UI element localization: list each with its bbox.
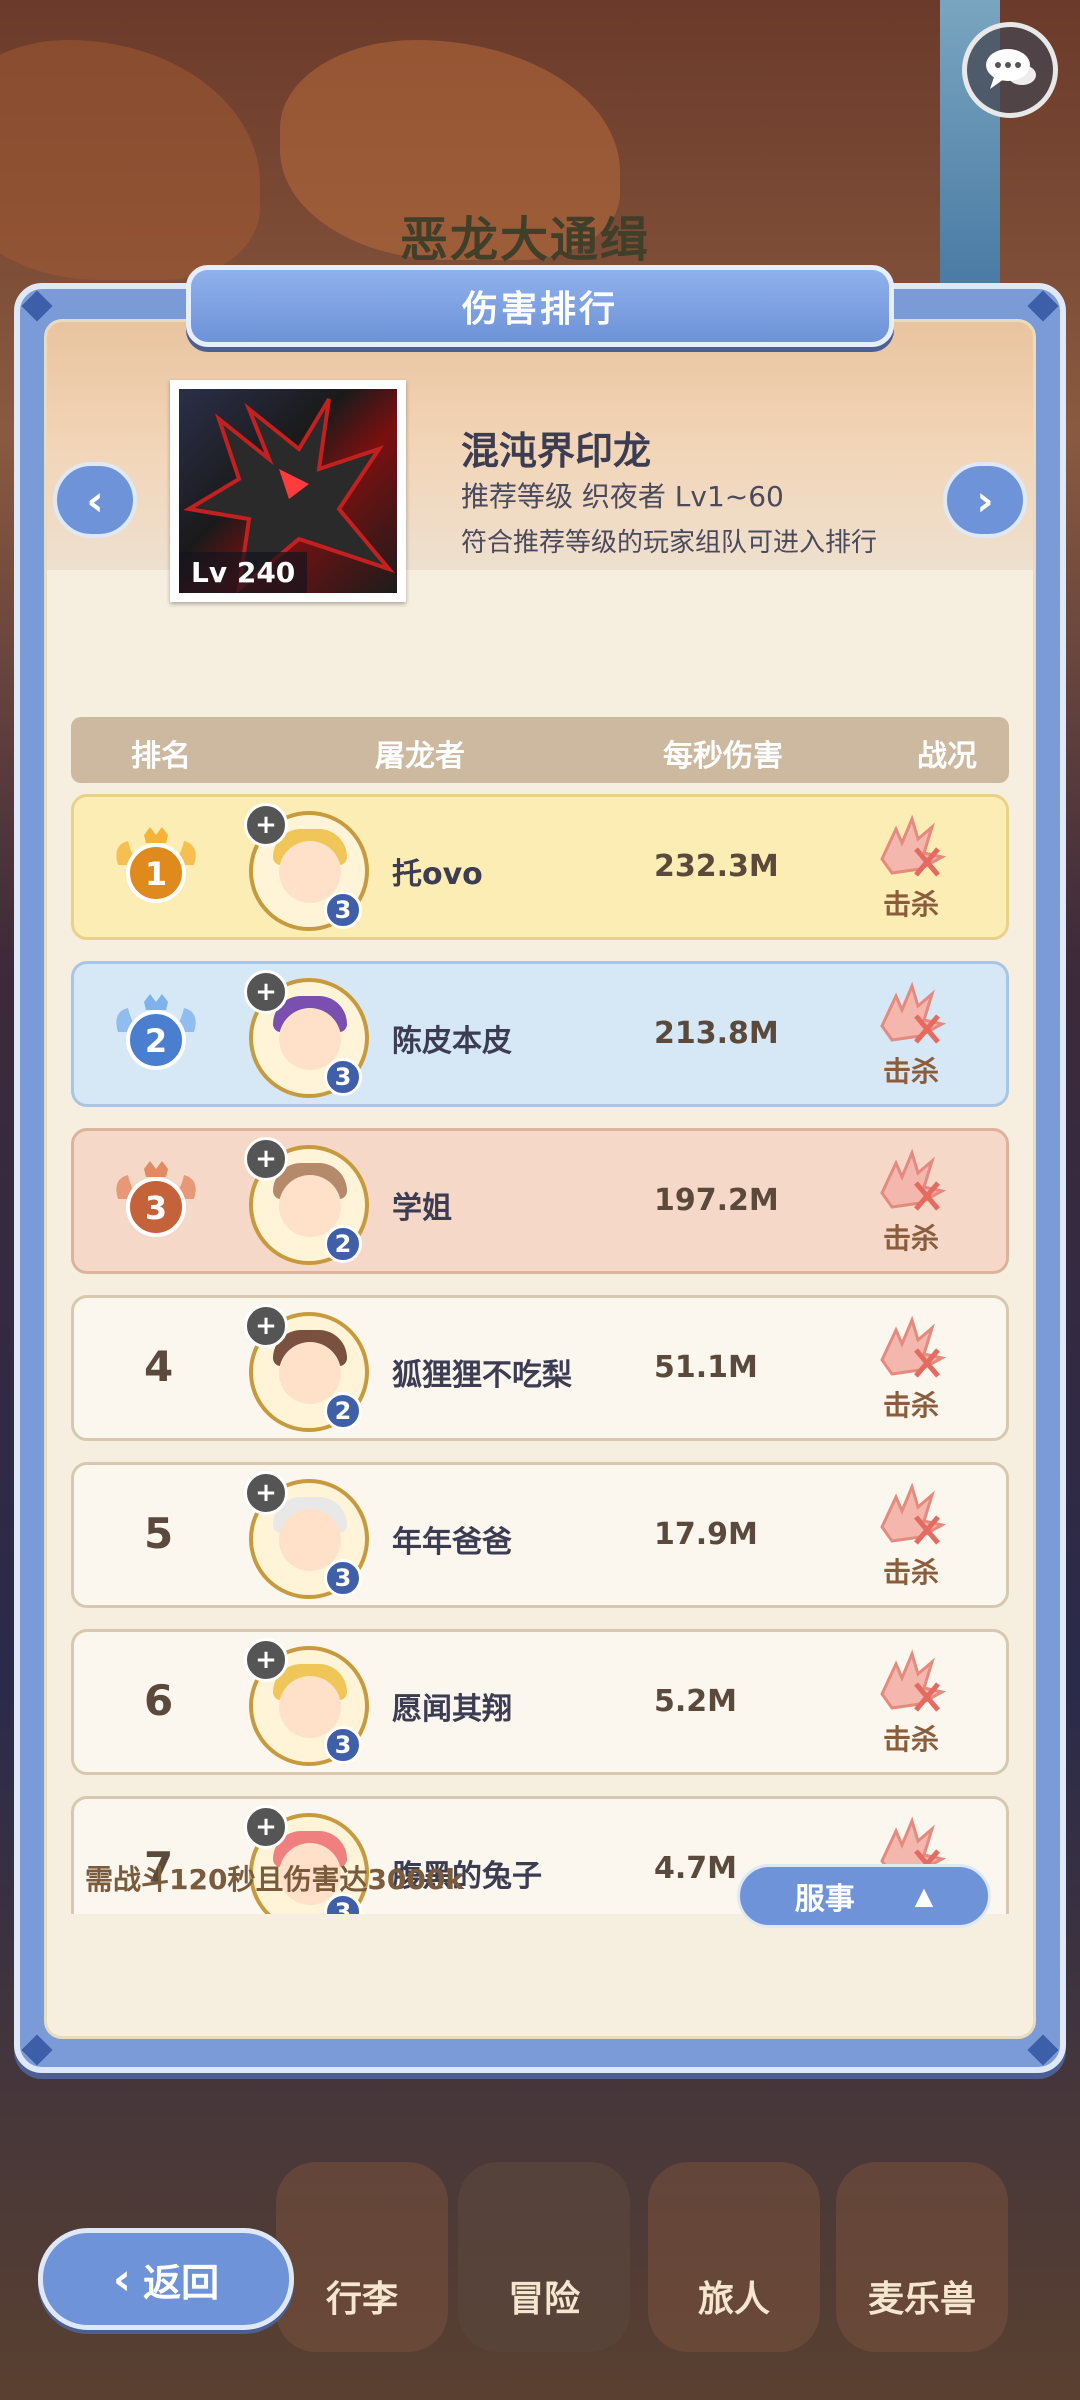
server-label: 服事 [794,1882,855,1917]
tab-travelers[interactable]: 旅人 [648,2162,820,2352]
panel-title-ribbon: 伤害排行 [186,265,894,347]
class-icon: + [244,1137,288,1181]
damage-per-second: 197.2M [654,1183,779,1218]
ranking-requirement: 需战斗120秒且伤害达3000k [85,1863,464,1896]
rank-number: 6 [144,1676,174,1725]
back-button[interactable]: ‹ 返回 [38,2228,294,2330]
kill-status: 击杀 [882,1723,939,1756]
damage-per-second: 51.1M [654,1350,758,1385]
table-row[interactable]: 3 + 2 学姐 197.2M 击杀 [71,1128,1009,1274]
kill-status: 击杀 [882,1389,939,1422]
damage-ranking-panel: ‹ Lv 240 混沌界印龙 推荐等级 织夜者 Lv1~60 符合推荐等级的玩家… [14,283,1066,2073]
dragon-kill-icon [880,1649,947,1712]
rank-number: 4 [144,1342,174,1391]
class-icon: + [244,970,288,1014]
ranking-list[interactable]: 1 + 3 托ovo 232.3M 击杀 2 + 3 陈皮本皮 213.8M 击… [47,794,1033,1914]
recommended-level: 推荐等级 织夜者 Lv1~60 [461,480,784,513]
table-header: 排名 屠龙者 每秒伤害 战况 [71,717,1009,783]
kill-status: 击杀 [882,1222,939,1255]
rank-medal-icon: 1 [116,827,196,903]
player-name: 托ovo [392,857,483,892]
class-icon: + [244,1638,288,1682]
class-icon: + [244,803,288,847]
player-name: 学姐 [392,1191,452,1226]
star-level-badge: 3 [324,1559,362,1597]
ranking-note: 符合推荐等级的玩家组队可进入排行 [461,528,878,558]
dragon-kill-icon [880,981,947,1044]
prev-boss-button[interactable]: ‹ [53,462,137,538]
player-name: 狐狸狸不吃梨 [392,1358,572,1393]
back-label: 返回 [143,2260,220,2305]
dragon-kill-icon [880,814,947,877]
player-name: 愿闻其翔 [392,1692,512,1727]
tab-pets[interactable]: 麦乐兽 [836,2162,1008,2352]
class-icon: + [244,1471,288,1515]
damage-per-second: 213.8M [654,1016,779,1051]
chevron-left-icon: ‹ [86,475,104,525]
chat-bubble-icon [986,49,1036,89]
table-row[interactable]: 2 + 3 陈皮本皮 213.8M 击杀 [71,961,1009,1107]
boss-portrait: Lv 240 [170,380,406,602]
rank-number: 5 [144,1509,174,1558]
star-level-badge: 2 [324,1392,362,1430]
server-select-button[interactable]: 服事 ▲ [737,1864,991,1928]
star-level-badge: 3 [324,1058,362,1096]
rank-number: 3 [145,1189,167,1227]
triangle-up-icon: ▲ [914,1882,934,1910]
damage-per-second: 232.3M [654,849,779,884]
bottom-nav: 行李 冒险 旅人 麦乐兽 ‹ 返回 [0,2140,1080,2400]
header-dps: 每秒伤害 [663,739,783,774]
table-row[interactable]: 5 + 3 年年爸爸 17.9M 击杀 [71,1462,1009,1608]
damage-per-second: 17.9M [654,1517,758,1552]
damage-per-second: 5.2M [654,1684,737,1719]
player-name: 年年爸爸 [392,1525,512,1560]
kill-status: 击杀 [882,1055,939,1088]
tab-adventure[interactable]: 冒险 [458,2162,630,2352]
dragon-kill-icon [880,1315,947,1378]
chevron-right-icon: › [976,475,994,525]
boss-level-badge: Lv 240 [179,552,308,593]
rank-number: 1 [145,855,167,893]
header-slayer: 屠龙者 [375,739,465,774]
tab-luggage[interactable]: 行李 [276,2162,448,2352]
next-boss-button[interactable]: › [943,462,1027,538]
kill-status: 击杀 [882,1556,939,1589]
rank-medal-icon: 2 [116,994,196,1070]
damage-per-second: 4.7M [654,1851,737,1886]
panel-title: 伤害排行 [461,289,618,330]
kill-status: 击杀 [882,888,939,921]
rank-number: 2 [145,1022,167,1060]
dragon-kill-icon [880,1482,947,1545]
panel-content: ‹ Lv 240 混沌界印龙 推荐等级 织夜者 Lv1~60 符合推荐等级的玩家… [44,319,1036,2039]
star-level-badge: 2 [324,1225,362,1263]
star-level-badge: 3 [324,891,362,929]
back-arrow-icon: ‹ [112,2253,132,2305]
class-icon: + [244,1304,288,1348]
star-level-badge: 3 [324,1726,362,1764]
header-status: 战况 [917,739,977,774]
boss-banner: ‹ Lv 240 混沌界印龙 推荐等级 织夜者 Lv1~60 符合推荐等级的玩家… [47,322,1033,602]
table-row[interactable]: 4 + 2 狐狸狸不吃梨 51.1M 击杀 [71,1295,1009,1441]
rank-medal-icon: 3 [116,1161,196,1237]
header-rank: 排名 [131,739,191,774]
background-event-title: 恶龙大通缉 [400,212,651,268]
table-row[interactable]: 6 + 3 愿闻其翔 5.2M 击杀 [71,1629,1009,1775]
dragon-image: Lv 240 [179,389,397,593]
chat-button[interactable] [962,22,1058,118]
player-name: 陈皮本皮 [392,1024,512,1059]
table-row[interactable]: 1 + 3 托ovo 232.3M 击杀 [71,794,1009,940]
boss-name: 混沌界印龙 [461,429,652,473]
dragon-kill-icon [880,1148,947,1211]
class-icon: + [244,1805,288,1849]
